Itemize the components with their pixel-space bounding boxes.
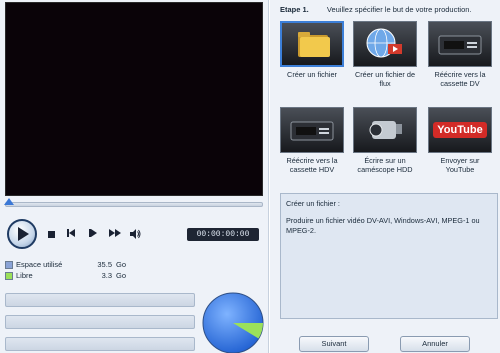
tile-label: Créer un fichier	[287, 70, 337, 79]
play-button[interactable]	[7, 219, 37, 249]
free-space-value: 3.3	[101, 271, 112, 280]
tile-send-youtube[interactable]: YouTube Envoyer sur YouTube	[426, 107, 494, 174]
globe-stream-icon	[353, 21, 417, 67]
stop-icon	[47, 230, 55, 238]
used-space-unit: Go	[116, 260, 127, 269]
description-title: Créer un fichier :	[286, 199, 340, 208]
step-label: Etape 1.	[280, 5, 309, 14]
previous-frame-button[interactable]	[65, 228, 77, 240]
description-box: Créer un fichier : Produire un fichier v…	[280, 193, 498, 319]
used-space-row: Espace utilisé 35.5 Go	[5, 259, 263, 270]
info-field-2	[5, 315, 195, 329]
tile-label: Créer un fichier de flux	[354, 70, 416, 88]
video-preview	[5, 2, 263, 196]
cancel-button[interactable]: Annuler	[400, 336, 470, 352]
used-space-label: Espace utilisé	[16, 260, 63, 269]
free-space-label: Libre	[16, 271, 33, 280]
timeline-scrubber[interactable]	[4, 198, 263, 207]
tile-label: Réécrire vers la cassette DV	[434, 70, 486, 88]
youtube-icon: YouTube	[428, 107, 492, 153]
youtube-logo: YouTube	[433, 122, 487, 138]
free-space-unit: Go	[116, 271, 127, 280]
tile-label: Écrire sur un caméscope HDD	[357, 156, 413, 174]
description-body: Produire un fichier vidéo DV-AVI, Window…	[286, 216, 480, 235]
hdv-deck-icon	[280, 107, 344, 153]
left-panel: 00:00:00:00 Espace utilisé 35.5 Go Libre…	[0, 0, 269, 353]
scrubber-thumb[interactable]	[4, 198, 14, 205]
next-button[interactable]: Suivant	[299, 336, 369, 352]
speaker-icon	[130, 229, 141, 239]
volume-button[interactable]	[129, 228, 141, 240]
dv-deck-icon	[428, 21, 492, 67]
used-space-value: 35.5	[97, 260, 112, 269]
timecode-display: 00:00:00:00	[187, 228, 259, 241]
play-icon	[18, 227, 29, 241]
fast-forward-button[interactable]	[109, 228, 121, 240]
folder-icon	[280, 21, 344, 67]
disc-space-summary: Espace utilisé 35.5 Go Libre 3.3 Go	[5, 259, 263, 281]
tile-rewrite-hdv[interactable]: Réécrire vers la cassette HDV	[278, 107, 346, 174]
fast-forward-icon	[109, 229, 121, 239]
camcorder-icon	[353, 107, 417, 153]
production-wizard-panel: Etape 1. Veuillez spécifier le but de vo…	[270, 0, 500, 353]
step-header: Etape 1. Veuillez spécifier le but de vo…	[280, 5, 472, 14]
tile-create-stream-file[interactable]: Créer un fichier de flux	[351, 21, 419, 88]
playback-controls: 00:00:00:00	[5, 218, 263, 252]
next-frame-button[interactable]	[87, 228, 99, 240]
tile-create-file[interactable]: Créer un fichier	[278, 21, 346, 79]
tile-label: Réécrire vers la cassette HDV	[286, 156, 338, 174]
info-field-1	[5, 293, 195, 307]
next-frame-icon	[89, 229, 97, 239]
free-space-row: Libre 3.3 Go	[5, 270, 263, 281]
disc-usage-chart	[202, 292, 264, 353]
tile-label: Envoyer sur YouTube	[440, 156, 480, 174]
previous-frame-icon	[67, 229, 75, 239]
stop-button[interactable]	[45, 228, 57, 240]
free-space-swatch	[5, 271, 13, 280]
step-instruction: Veuillez spécifier le but de votre produ…	[326, 5, 472, 14]
used-space-swatch	[5, 260, 13, 269]
info-field-3	[5, 337, 195, 351]
tile-hdd-camcorder[interactable]: Écrire sur un caméscope HDD	[351, 107, 419, 174]
tile-rewrite-dv[interactable]: Réécrire vers la cassette DV	[426, 21, 494, 88]
